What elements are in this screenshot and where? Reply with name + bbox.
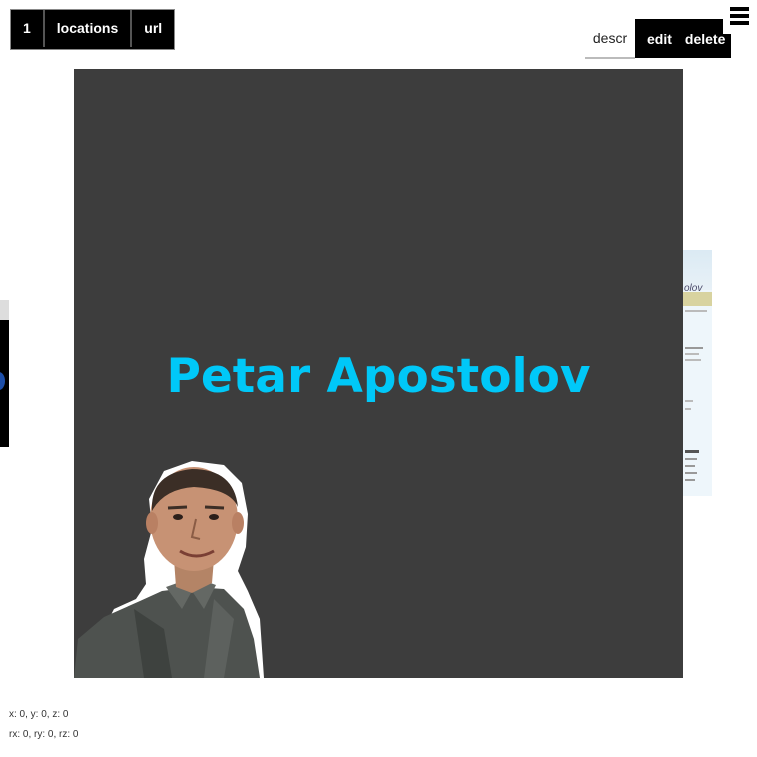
- portrait-photo: [74, 461, 264, 678]
- hamburger-menu-icon[interactable]: [723, 0, 757, 34]
- background-page-fragment: olov: [683, 250, 712, 496]
- tab-index[interactable]: 1: [11, 10, 45, 47]
- menu-bar-line: [730, 21, 749, 25]
- text-line: [685, 353, 699, 355]
- text-line: [685, 408, 691, 410]
- name-strip: [683, 292, 712, 306]
- menu-bar-line: [730, 14, 749, 18]
- text-line: [685, 450, 699, 453]
- text-line: [685, 359, 701, 361]
- descr-tab[interactable]: descr: [585, 19, 635, 59]
- text-line: [685, 310, 707, 312]
- text-line: [685, 465, 695, 467]
- menu-bar-line: [730, 7, 749, 11]
- left-panel-header: [0, 300, 9, 320]
- action-buttons: edit delete: [635, 19, 731, 58]
- tab-locations[interactable]: locations: [45, 10, 133, 47]
- text-line: [685, 347, 703, 349]
- card-title: Petar Apostolov: [166, 349, 591, 404]
- text-line: [685, 472, 697, 474]
- position-readout: x: 0, y: 0, z: 0: [9, 709, 69, 720]
- viewer-stage: 1 locations url descr edit delete olov P…: [0, 0, 757, 757]
- rotation-readout: rx: 0, ry: 0, rz: 0: [9, 729, 79, 740]
- tab-url[interactable]: url: [132, 10, 174, 47]
- profile-card[interactable]: Petar Apostolov: [74, 69, 683, 678]
- left-panel-fragment: [0, 300, 9, 447]
- text-line: [685, 479, 695, 481]
- text-line: [685, 458, 697, 460]
- text-line: [685, 400, 693, 402]
- top-nav-tabs: 1 locations url: [10, 9, 176, 50]
- edit-button[interactable]: edit: [635, 31, 679, 47]
